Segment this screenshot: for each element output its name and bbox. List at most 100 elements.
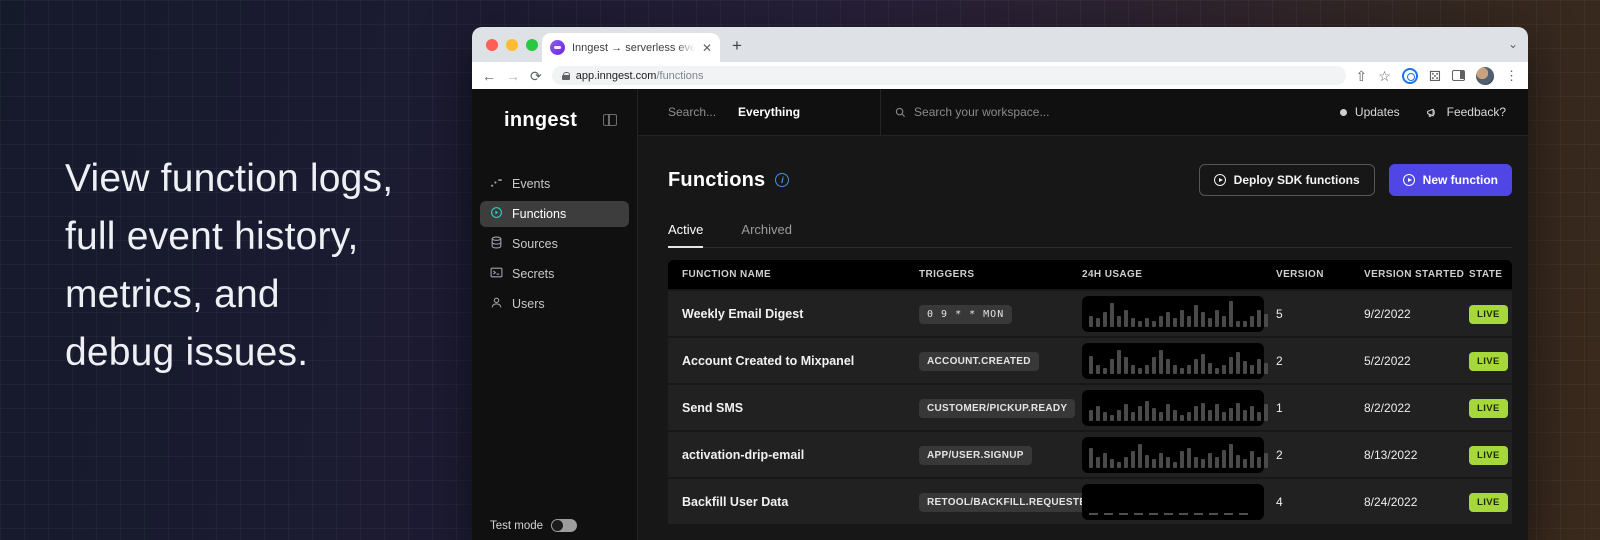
workspace-search-input[interactable]: Search your workspace... bbox=[895, 105, 1340, 119]
usage-chart bbox=[1082, 484, 1264, 520]
megaphone-icon bbox=[1426, 106, 1439, 119]
sidebar-item-label: Users bbox=[512, 297, 545, 311]
version-value: 5 bbox=[1276, 307, 1364, 321]
hero-line: full event history, bbox=[65, 208, 393, 266]
toolbar-actions: ⇧ ☆ ⚄ ⋮ bbox=[1356, 67, 1518, 85]
tab-close-icon[interactable]: ✕ bbox=[702, 41, 712, 55]
hero-text: View function logs, full event history, … bbox=[65, 150, 393, 382]
search-icon bbox=[895, 107, 906, 118]
test-mode-toggle[interactable] bbox=[551, 519, 577, 532]
sidebar-item-functions[interactable]: Functions bbox=[480, 201, 629, 227]
share-icon[interactable]: ⇧ bbox=[1356, 69, 1368, 83]
app-topbar: Search... Everything Search your workspa… bbox=[638, 89, 1528, 136]
version-value: 2 bbox=[1276, 448, 1364, 462]
function-name[interactable]: Backfill User Data bbox=[682, 495, 919, 509]
test-mode-control: Test mode bbox=[490, 519, 577, 532]
user-icon bbox=[490, 296, 503, 312]
search-label: Search... bbox=[668, 105, 716, 119]
tab-search-chevron-icon[interactable]: ⌄ bbox=[1508, 37, 1518, 51]
test-mode-label: Test mode bbox=[490, 520, 543, 532]
table-row[interactable]: activation-drip-emailAPP/USER.SIGNUP 28/1… bbox=[668, 432, 1512, 477]
function-name[interactable]: Account Created to Mixpanel bbox=[682, 354, 919, 368]
state-badge: LIVE bbox=[1469, 352, 1508, 371]
url-text: app.inngest.com/functions bbox=[576, 70, 704, 82]
trigger-badge: CUSTOMER/PICKUP.READY bbox=[919, 399, 1075, 418]
browser-tab[interactable]: Inngest → serverless event-dri ✕ bbox=[542, 33, 720, 62]
activity-icon bbox=[490, 176, 503, 192]
reload-icon[interactable]: ⟳ bbox=[530, 69, 542, 83]
sidebar-item-label: Functions bbox=[512, 207, 566, 221]
version-value: 2 bbox=[1276, 354, 1364, 368]
function-name[interactable]: Weekly Email Digest bbox=[682, 307, 919, 321]
deploy-play-icon bbox=[1214, 174, 1226, 186]
state-badge: LIVE bbox=[1469, 305, 1508, 324]
table-row[interactable]: Backfill User DataRETOOL/BACKFILL.REQUES… bbox=[668, 479, 1512, 524]
sidebar-item-users[interactable]: Users bbox=[480, 291, 629, 317]
sidebar-item-events[interactable]: Events bbox=[480, 171, 629, 197]
search-scope-everything[interactable]: Everything bbox=[738, 105, 800, 119]
table-header: FUNCTION NAME TRIGGERS 24H USAGE VERSION… bbox=[668, 260, 1512, 289]
inngest-favicon-icon bbox=[550, 40, 565, 55]
trigger-badge: 0 9 * * MON bbox=[919, 305, 1012, 324]
side-panel-icon[interactable] bbox=[1452, 70, 1465, 81]
browser-menu-icon[interactable]: ⋮ bbox=[1505, 68, 1518, 84]
bookmark-star-icon[interactable]: ☆ bbox=[1378, 69, 1391, 83]
terminal-icon bbox=[490, 266, 503, 282]
sidebar-item-label: Secrets bbox=[512, 267, 554, 281]
marketing-background: View function logs, full event history, … bbox=[0, 0, 1600, 540]
close-window-button[interactable] bbox=[486, 39, 498, 51]
functions-page: Functions i Deploy SDK functions New fun… bbox=[638, 136, 1528, 540]
browser-window: Inngest → serverless event-dri ✕ + ⌄ ← →… bbox=[472, 27, 1528, 540]
tab-active[interactable]: Active bbox=[668, 222, 703, 248]
new-function-button[interactable]: New function bbox=[1389, 164, 1512, 196]
inngest-app: inngest EventsFunctionsSourcesSecretsUse… bbox=[472, 89, 1528, 540]
tab-archived[interactable]: Archived bbox=[741, 222, 792, 247]
trigger-badge: ACCOUNT.CREATED bbox=[919, 352, 1039, 371]
page-title: Functions bbox=[668, 169, 765, 192]
usage-chart bbox=[1082, 296, 1264, 332]
function-name[interactable]: activation-drip-email bbox=[682, 448, 919, 462]
profile-avatar[interactable] bbox=[1476, 67, 1494, 85]
workspace-search-placeholder: Search your workspace... bbox=[914, 105, 1049, 119]
zoom-window-button[interactable] bbox=[526, 39, 538, 51]
minimize-window-button[interactable] bbox=[506, 39, 518, 51]
sidebar-item-secrets[interactable]: Secrets bbox=[480, 261, 629, 287]
trigger-badge: APP/USER.SIGNUP bbox=[919, 446, 1032, 465]
feedback-button[interactable]: Feedback? bbox=[1426, 105, 1506, 119]
database-icon bbox=[490, 236, 503, 252]
forward-icon[interactable]: → bbox=[506, 69, 520, 83]
table-row[interactable]: Send SMSCUSTOMER/PICKUP.READY18/2/2022LI… bbox=[668, 385, 1512, 430]
version-value: 1 bbox=[1276, 401, 1364, 415]
hero-line: View function logs, bbox=[65, 150, 393, 208]
sidebar-nav: Events Functions Sources Secrets Users bbox=[472, 171, 637, 317]
usage-chart bbox=[1082, 437, 1264, 473]
url-bar[interactable]: app.inngest.com/functions bbox=[552, 66, 1346, 85]
sidebar-item-label: Sources bbox=[512, 237, 558, 251]
table-row[interactable]: Weekly Email Digest0 9 * * MON59/2/2022L… bbox=[668, 291, 1512, 336]
sidebar-collapse-icon[interactable] bbox=[603, 114, 617, 126]
updates-button[interactable]: Updates bbox=[1340, 105, 1400, 119]
info-icon[interactable]: i bbox=[775, 173, 789, 187]
extensions-puzzle-icon[interactable]: ⚄ bbox=[1429, 69, 1441, 83]
deploy-sdk-functions-button[interactable]: Deploy SDK functions bbox=[1199, 164, 1375, 196]
browser-tab-strip: Inngest → serverless event-dri ✕ + ⌄ bbox=[472, 27, 1528, 62]
play-circle-icon bbox=[490, 206, 503, 222]
usage-chart bbox=[1082, 390, 1264, 426]
password-extension-icon[interactable] bbox=[1402, 68, 1418, 84]
state-badge: LIVE bbox=[1469, 399, 1508, 418]
version-started-value: 5/2/2022 bbox=[1364, 354, 1469, 368]
browser-toolbar: ← → ⟳ app.inngest.com/functions ⇧ ☆ ⚄ ⋮ bbox=[472, 62, 1528, 89]
sidebar-item-sources[interactable]: Sources bbox=[480, 231, 629, 257]
function-name[interactable]: Send SMS bbox=[682, 401, 919, 415]
traffic-lights bbox=[486, 39, 538, 51]
table-body: Weekly Email Digest0 9 * * MON59/2/2022L… bbox=[668, 291, 1512, 524]
table-row[interactable]: Account Created to MixpanelACCOUNT.CREAT… bbox=[668, 338, 1512, 383]
trigger-badge: RETOOL/BACKFILL.REQUESTED bbox=[919, 493, 1102, 512]
version-started-value: 8/13/2022 bbox=[1364, 448, 1469, 462]
lock-icon bbox=[562, 72, 570, 80]
new-tab-button[interactable]: + bbox=[732, 36, 742, 56]
functions-table: FUNCTION NAME TRIGGERS 24H USAGE VERSION… bbox=[668, 260, 1512, 524]
state-badge: LIVE bbox=[1469, 446, 1508, 465]
tab-title: Inngest → serverless event-dri bbox=[572, 42, 695, 54]
back-icon[interactable]: ← bbox=[482, 69, 496, 83]
